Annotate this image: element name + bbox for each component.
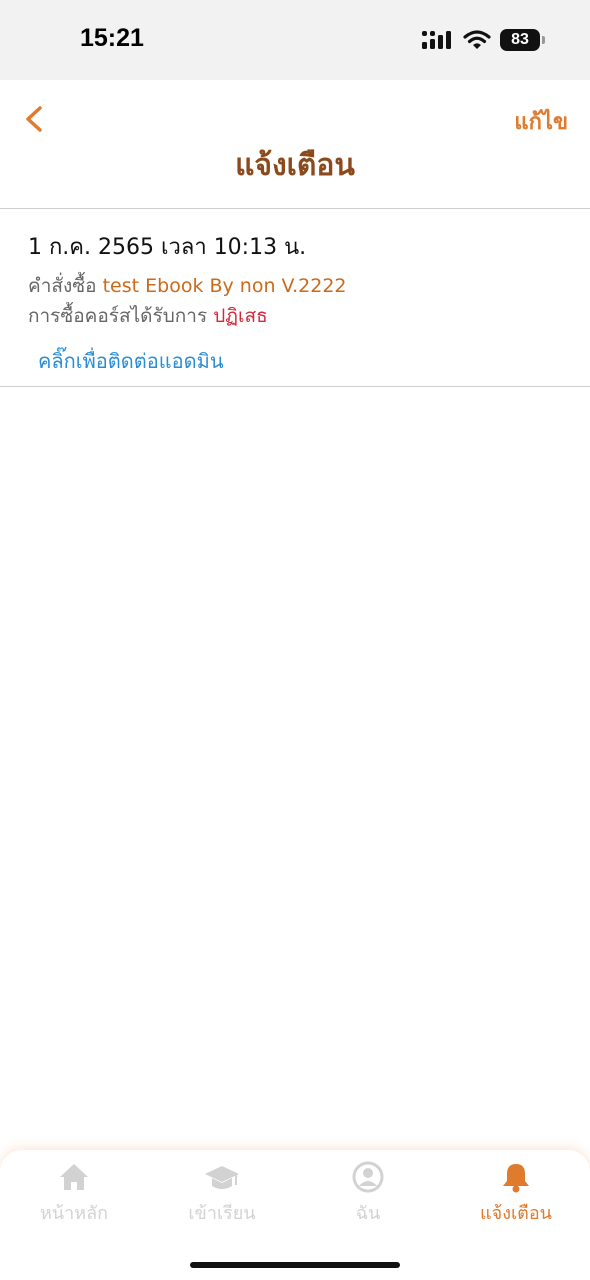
edit-button[interactable]: แก้ไข bbox=[514, 104, 568, 139]
notification-date: 1 ก.ค. 2565 เวลา 10:13 น. bbox=[28, 235, 307, 260]
battery-level: 83 bbox=[511, 31, 529, 48]
home-icon bbox=[60, 1164, 88, 1190]
tab-me-label: ฉัน bbox=[355, 1203, 381, 1224]
tab-notifications-label: แจ้งเตือน bbox=[480, 1203, 552, 1224]
status-time: 15:21 bbox=[80, 24, 144, 52]
graduation-cap-icon bbox=[205, 1166, 239, 1189]
tab-home[interactable]: หน้าหลัก bbox=[0, 1160, 148, 1230]
page-title: แจ้งเตือน bbox=[235, 148, 355, 183]
status-icons: 83 bbox=[422, 26, 545, 54]
contact-admin-link[interactable]: คลิ๊กเพื่อติดต่อแอดมิน bbox=[38, 345, 224, 377]
tab-study-label: เข้าเรียน bbox=[188, 1203, 256, 1224]
home-indicator bbox=[190, 1262, 400, 1268]
tab-me[interactable]: ฉัน bbox=[294, 1160, 442, 1230]
tab-study[interactable]: เข้าเรียน bbox=[148, 1160, 296, 1230]
battery-indicator: 83 bbox=[500, 29, 545, 51]
user-circle-icon bbox=[352, 1161, 384, 1193]
back-chevron-icon[interactable] bbox=[18, 100, 54, 138]
wifi-icon bbox=[463, 30, 491, 49]
signal-icon bbox=[422, 31, 451, 49]
status-rejected: ปฏิเสธ bbox=[213, 305, 268, 327]
order-line: คำสั่งซื้อ test Ebook By non V.2222 bbox=[28, 271, 347, 301]
purchase-prefix: การซื้อคอร์สได้รับการ bbox=[28, 305, 214, 327]
tab-home-label: หน้าหลัก bbox=[39, 1203, 109, 1224]
notification-item[interactable]: 1 ก.ค. 2565 เวลา 10:13 น. คำสั่งซื้อ tes… bbox=[0, 209, 590, 387]
tab-notifications[interactable]: แจ้งเตือน bbox=[442, 1160, 590, 1230]
bell-icon bbox=[503, 1164, 529, 1193]
nav-header: แก้ไข แจ้งเตือน bbox=[0, 80, 590, 209]
bottom-tab-bar: หน้าหลัก เข้าเรียน ฉัน แจ้งเตือน bbox=[0, 1150, 590, 1280]
status-bar: 15:21 83 bbox=[0, 0, 590, 80]
order-prefix: คำสั่งซื้อ bbox=[28, 275, 103, 297]
purchase-status-line: การซื้อคอร์สได้รับการ ปฏิเสธ bbox=[28, 301, 268, 331]
order-name: test Ebook By non V.2222 bbox=[102, 275, 347, 297]
